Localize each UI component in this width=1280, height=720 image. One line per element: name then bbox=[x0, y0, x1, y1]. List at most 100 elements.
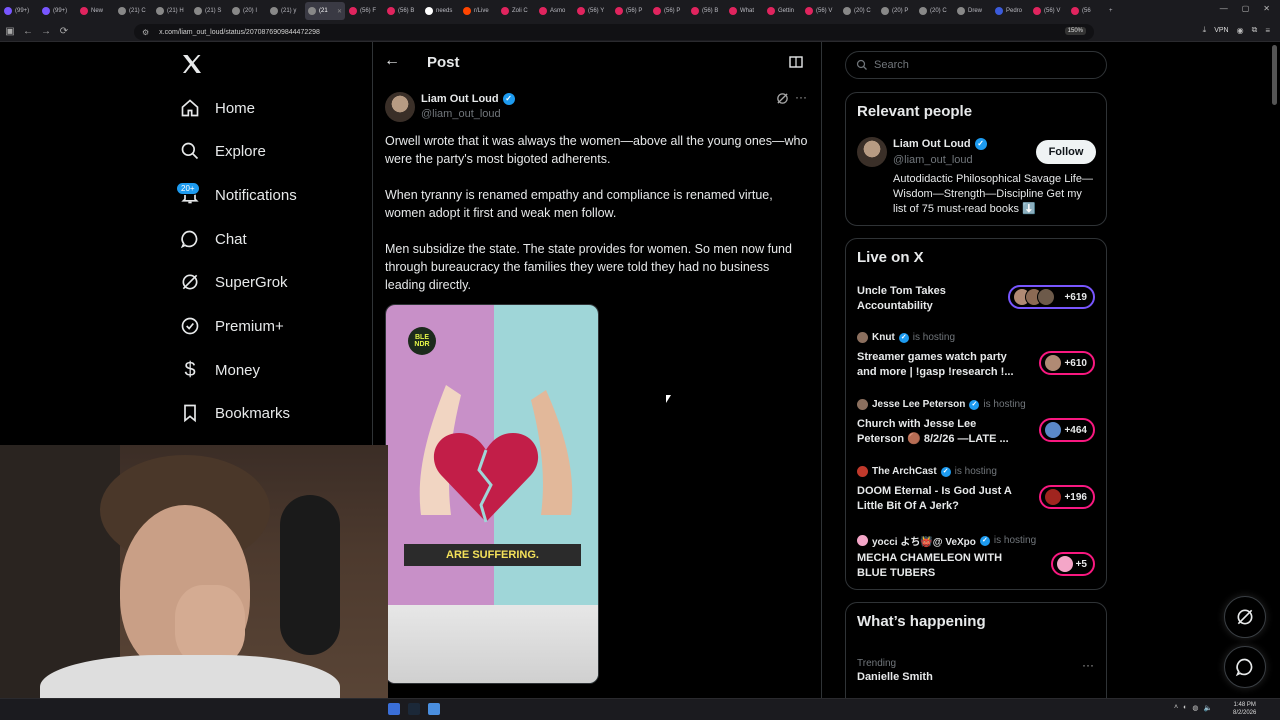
network-icon[interactable]: ◍ bbox=[1192, 704, 1198, 712]
browser-tab[interactable]: (21) H bbox=[153, 2, 190, 20]
browser-tab[interactable]: (56) Y bbox=[574, 2, 611, 20]
grok-explain-icon[interactable] bbox=[776, 92, 789, 105]
browser-tab[interactable]: (21 ✕ bbox=[305, 2, 345, 20]
live-listeners-pill[interactable]: +5 bbox=[1051, 552, 1095, 576]
x-logo-icon[interactable] bbox=[180, 52, 204, 76]
site-info-icon[interactable]: ⚙ bbox=[142, 28, 149, 37]
browser-tab[interactable]: (56) V bbox=[1030, 2, 1067, 20]
browser-tab[interactable]: Drew bbox=[954, 2, 991, 20]
chevron-up-icon[interactable]: ˄ bbox=[1174, 704, 1178, 712]
trend-name[interactable]: Danielle Smith bbox=[857, 671, 933, 683]
browser-tab[interactable]: (99+) bbox=[39, 2, 76, 20]
volume-icon[interactable]: 🔈 bbox=[1203, 704, 1212, 712]
tab-label: (99+) bbox=[15, 8, 30, 14]
taskbar-app-icon[interactable] bbox=[388, 703, 400, 715]
browser-tab[interactable]: Gettin bbox=[764, 2, 801, 20]
tab-favicon-icon bbox=[156, 7, 164, 15]
nav-item-supergrok[interactable]: SuperGrok bbox=[179, 267, 288, 297]
post-video[interactable]: BLE NDR ARE SUFFERING. bbox=[385, 304, 599, 684]
tray-app-icon[interactable]: ◐ bbox=[1183, 704, 1187, 712]
browser-tab[interactable]: (20) I bbox=[229, 2, 266, 20]
reader-mode-icon[interactable] bbox=[789, 56, 803, 68]
maximize-icon[interactable]: ▢ bbox=[1242, 4, 1250, 13]
search-input[interactable] bbox=[874, 59, 1074, 71]
follow-button[interactable]: Follow bbox=[1036, 140, 1096, 164]
browser-tab[interactable]: (21) S bbox=[191, 2, 228, 20]
steam-icon[interactable] bbox=[408, 703, 420, 715]
grok-fab-button[interactable] bbox=[1224, 596, 1266, 638]
browser-tab[interactable]: (56 bbox=[1068, 2, 1105, 20]
download-icon[interactable]: ⤓ bbox=[1203, 25, 1207, 35]
back-icon[interactable]: ← bbox=[20, 24, 36, 40]
zoom-level[interactable]: 150% bbox=[1064, 27, 1086, 35]
webcam-microphone bbox=[280, 495, 340, 655]
tab-favicon-icon bbox=[881, 7, 889, 15]
browser-tab[interactable]: (56) V bbox=[802, 2, 839, 20]
browser-tab[interactable]: r/Live bbox=[460, 2, 497, 20]
tab-label: (56) P bbox=[664, 8, 681, 14]
live-listeners-pill[interactable]: +464 bbox=[1039, 418, 1095, 442]
search-box[interactable] bbox=[845, 51, 1107, 79]
menu-icon[interactable]: ≡ bbox=[1265, 26, 1270, 35]
browser-toolbar: ▣ ← → ⟳ ⚙ x.com/liam_out_loud/status/207… bbox=[0, 22, 1280, 42]
browser-tab[interactable]: Asmo bbox=[536, 2, 573, 20]
vpn-button[interactable]: VPN bbox=[1214, 27, 1228, 34]
author-name-row[interactable]: Liam Out Loud ✓ bbox=[421, 93, 515, 105]
browser-tab[interactable]: (56) P bbox=[650, 2, 687, 20]
extensions-icon[interactable]: ⧉ bbox=[1252, 25, 1258, 35]
browser-tab[interactable]: (99+) bbox=[1, 2, 38, 20]
person-name-row[interactable]: Liam Out Loud ✓ bbox=[893, 138, 987, 150]
browser-tab[interactable]: (20) P bbox=[878, 2, 915, 20]
browser-tab[interactable]: Zoli C bbox=[498, 2, 535, 20]
nav-item-bookmarks[interactable]: Bookmarks bbox=[179, 398, 290, 428]
browser-tab[interactable]: (56) P bbox=[612, 2, 649, 20]
forward-icon[interactable]: → bbox=[38, 24, 54, 40]
nav-item-home[interactable]: Home bbox=[179, 93, 255, 123]
back-arrow-icon[interactable]: ← bbox=[384, 52, 400, 70]
close-icon[interactable]: ✕ bbox=[1263, 4, 1270, 13]
tab-close-icon[interactable]: ✕ bbox=[337, 8, 342, 15]
browser-tab[interactable]: needs bbox=[422, 2, 459, 20]
avatar[interactable] bbox=[857, 137, 887, 167]
taskbar-app-icon[interactable] bbox=[428, 703, 440, 715]
more-options-icon[interactable]: ··· bbox=[1082, 658, 1094, 672]
browser-tab[interactable]: (56) F bbox=[346, 2, 383, 20]
browser-tab[interactable]: (20) C bbox=[840, 2, 877, 20]
more-options-icon[interactable]: ··· bbox=[795, 90, 807, 104]
browser-tab[interactable]: (21) y bbox=[267, 2, 304, 20]
browser-tab[interactable]: (56) B bbox=[384, 2, 421, 20]
browser-tab[interactable]: New bbox=[77, 2, 114, 20]
live-listeners-pill[interactable]: +196 bbox=[1039, 485, 1095, 509]
live-listeners-pill[interactable]: +610 bbox=[1039, 351, 1095, 375]
os-taskbar: ˄ ◐ ◍ 🔈 1:48 PM 8/2/2026 bbox=[0, 698, 1280, 720]
browser-tab[interactable]: (20) C bbox=[916, 2, 953, 20]
hosting-label: is hosting bbox=[993, 535, 1037, 546]
browser-tab[interactable]: (21) C bbox=[115, 2, 152, 20]
tab-favicon-icon bbox=[767, 7, 775, 15]
new-tab-button[interactable]: + bbox=[1106, 2, 1120, 20]
messages-fab-button[interactable] bbox=[1224, 646, 1266, 688]
scrollbar[interactable] bbox=[1272, 45, 1277, 105]
nav-item-chat[interactable]: Chat bbox=[179, 224, 247, 254]
nav-item-money[interactable]: $ Money bbox=[179, 355, 260, 385]
nav-item-explore[interactable]: Explore bbox=[179, 136, 266, 166]
avatar bbox=[1037, 288, 1055, 306]
live-listeners-pill[interactable]: +619 bbox=[1008, 285, 1095, 309]
verified-badge-icon: ✓ bbox=[502, 93, 515, 105]
person-handle[interactable]: @liam_out_loud bbox=[893, 154, 973, 166]
minimize-icon[interactable]: — bbox=[1220, 4, 1228, 13]
url-bar[interactable]: ⚙ x.com/liam_out_loud/status/20708769098… bbox=[134, 24, 1094, 40]
sidebar-toggle-icon[interactable]: ▣ bbox=[2, 24, 18, 40]
browser-tab[interactable]: What bbox=[726, 2, 763, 20]
system-clock[interactable]: 1:48 PM 8/2/2026 bbox=[1233, 701, 1256, 717]
profile-icon[interactable]: ◉ bbox=[1237, 26, 1244, 35]
author-avatar[interactable] bbox=[385, 92, 415, 122]
reload-icon[interactable]: ⟳ bbox=[56, 24, 72, 40]
browser-tab[interactable]: (56) B bbox=[688, 2, 725, 20]
tab-label: (56) P bbox=[626, 8, 643, 14]
author-handle[interactable]: @liam_out_loud bbox=[421, 108, 501, 120]
browser-tab[interactable]: Pedro bbox=[992, 2, 1029, 20]
nav-item-premium[interactable]: Premium+ bbox=[179, 311, 284, 341]
live-title: DOOM Eternal - Is God Just A Little Bit … bbox=[857, 485, 1012, 512]
tab-label: Asmo bbox=[550, 8, 566, 14]
